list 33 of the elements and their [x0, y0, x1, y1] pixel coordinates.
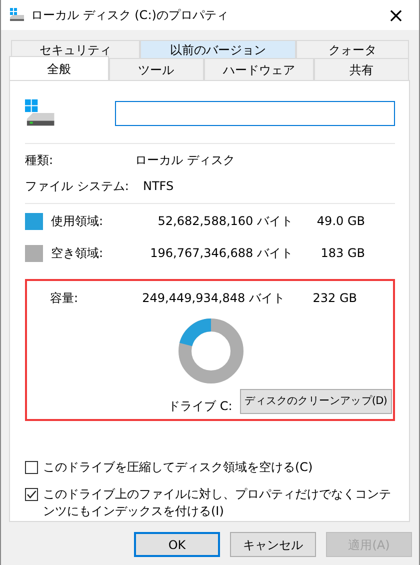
tab[interactable]: ハードウェア	[204, 58, 314, 80]
space-size: 183 GB	[320, 245, 365, 262]
space-size: 49.0 GB	[316, 213, 365, 230]
close-button[interactable]: ×	[381, 5, 411, 25]
tab[interactable]: 全般	[9, 56, 109, 80]
checkbox[interactable]	[25, 461, 38, 474]
capacity-label: 容量:	[50, 290, 80, 307]
space-bytes: 196,767,346,688 バイト	[149, 245, 293, 262]
space-label: 空き領域:	[51, 245, 104, 262]
field-value: NTFS	[143, 178, 174, 195]
drive-label: ドライブ C:	[168, 398, 232, 415]
space-label: 使用領域:	[51, 213, 104, 230]
field-value: ローカル ディスク	[135, 152, 235, 169]
drive-name-field[interactable]	[115, 100, 395, 126]
space-bytes: 52,682,588,160 バイト	[156, 213, 293, 230]
tab[interactable]: クォータ	[296, 40, 409, 59]
tab[interactable]: ツール	[108, 58, 204, 80]
capacity-bytes: 249,449,934,848 バイト	[141, 290, 285, 307]
tab[interactable]: 共有	[314, 58, 409, 80]
capacity-size: 232 GB	[312, 290, 357, 307]
checkbox-label[interactable]: このドライブ上のファイルに対し、プロパティだけでなくコンテンツにもインデックスを付ける(I)	[43, 486, 395, 520]
tab[interactable]: 以前のバージョン	[140, 40, 296, 59]
drive-icon	[9, 8, 25, 22]
dialog-button[interactable]: キャンセル	[230, 532, 316, 557]
dialog-button[interactable]: OK	[134, 532, 220, 557]
field-label: ファイル システム:	[25, 178, 130, 195]
checkbox-label[interactable]: このドライブを圧縮してディスク領域を空ける(C)	[43, 459, 313, 476]
disk-cleanup-button[interactable]: ディスクのクリーンアップ(D)	[240, 389, 392, 414]
donut-track	[178, 318, 244, 384]
field-label: 種類:	[25, 152, 54, 169]
drive-icon	[25, 99, 56, 127]
window-title: ローカル ディスク (C:)のプロパティ	[31, 7, 230, 24]
checkbox[interactable]	[25, 488, 38, 501]
